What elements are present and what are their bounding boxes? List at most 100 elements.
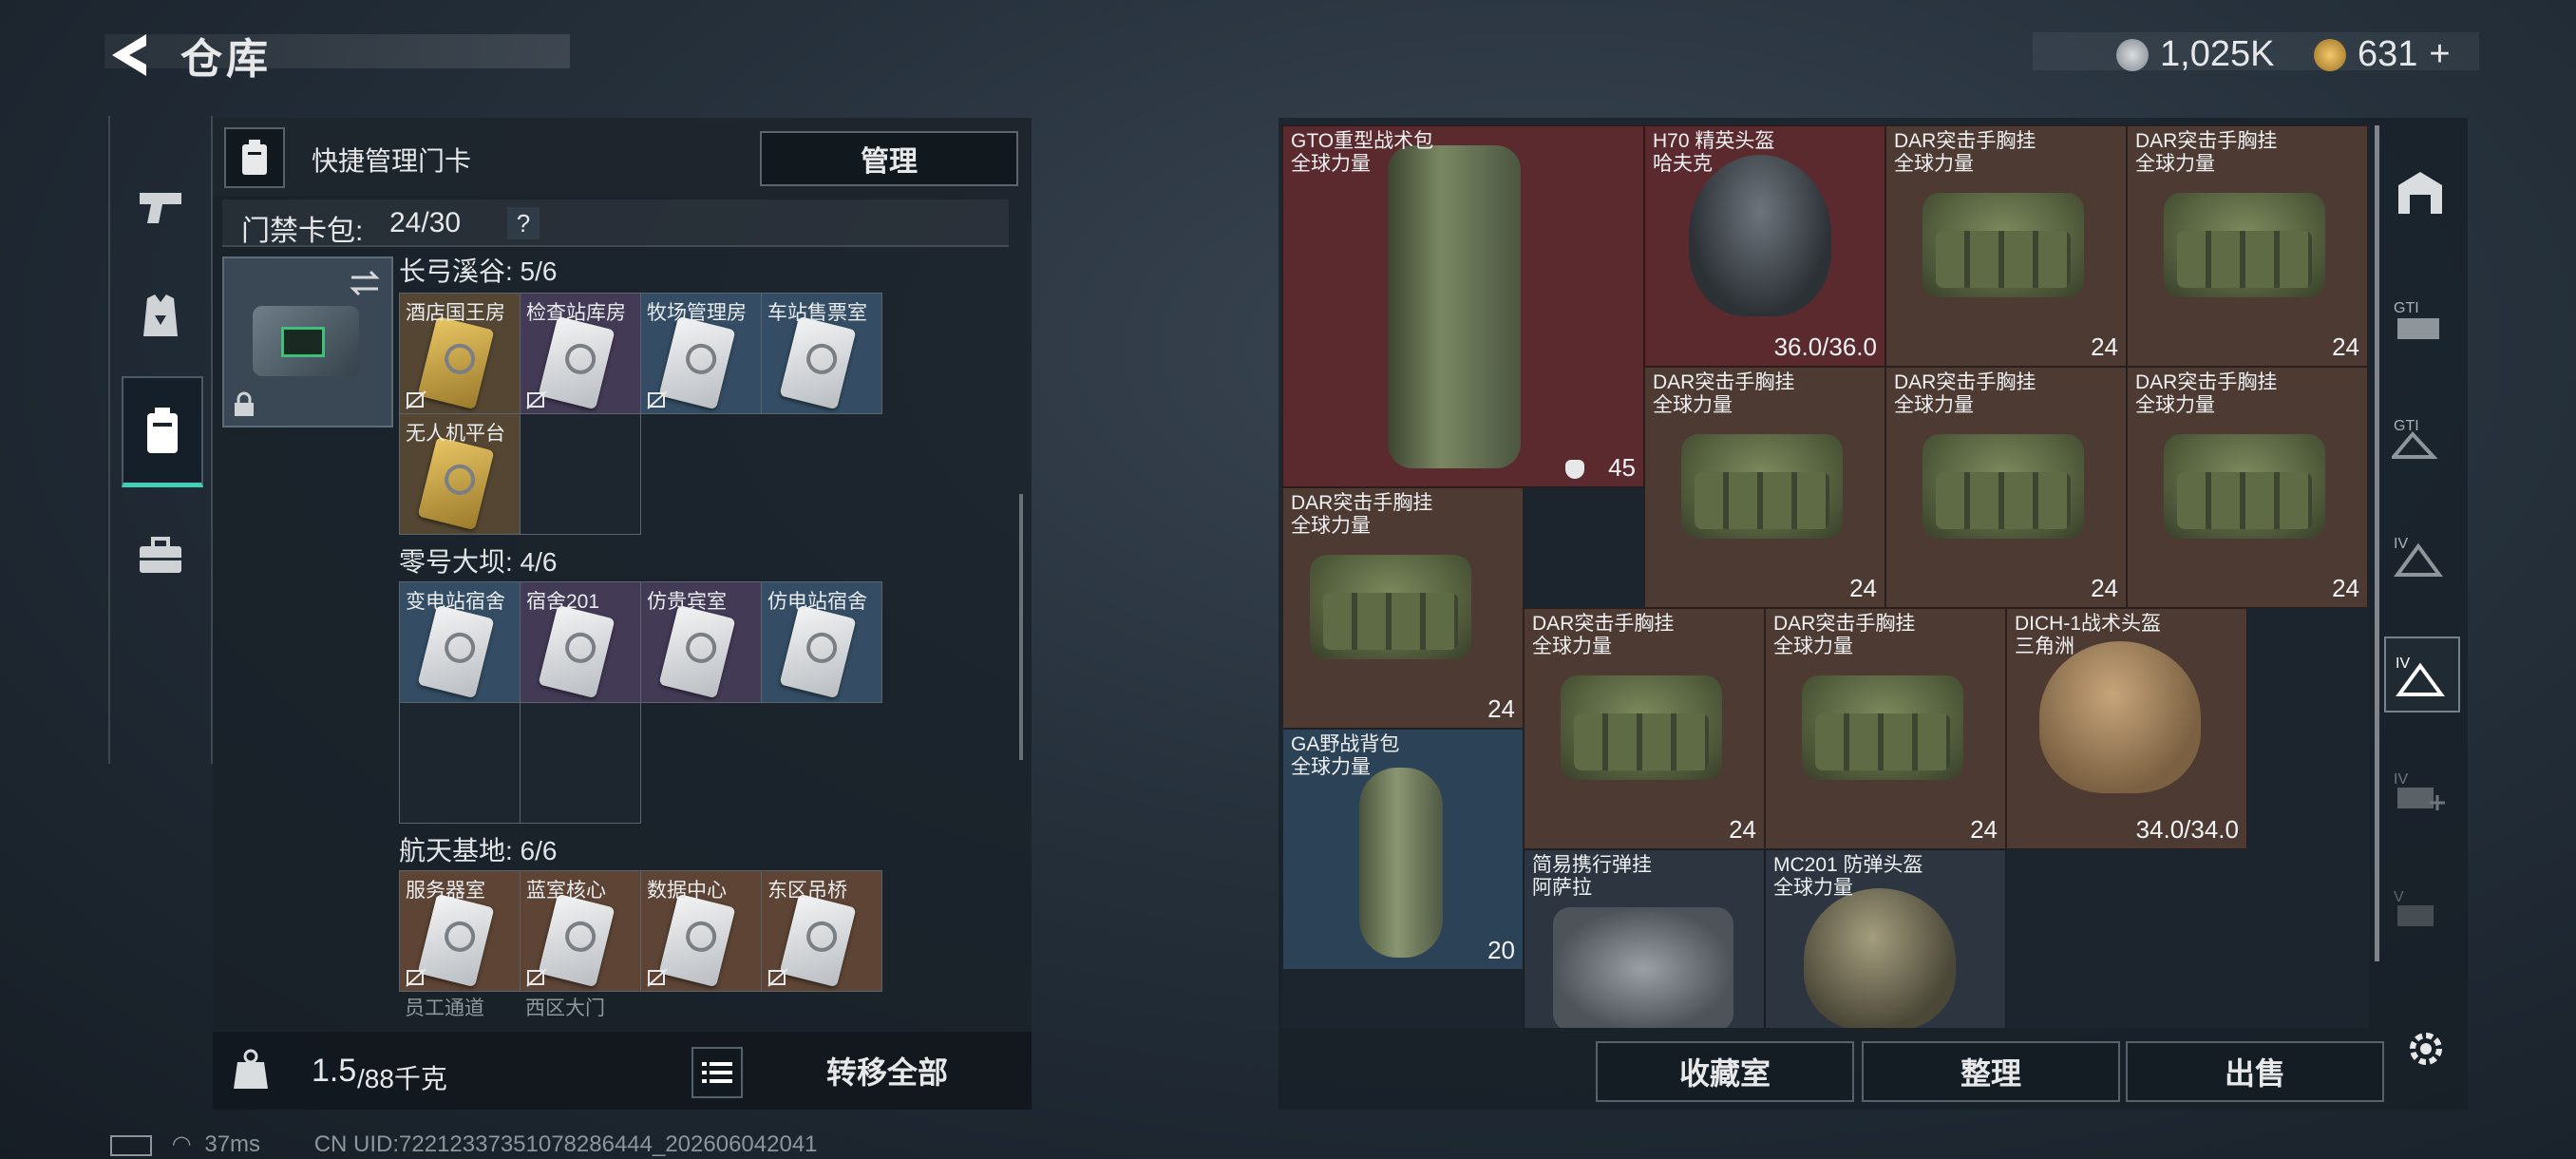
- keycard-slot[interactable]: 酒店国王房: [399, 293, 521, 414]
- keycard-slot[interactable]: 数据中心: [640, 870, 762, 992]
- tab-iv-add[interactable]: IV: [2384, 754, 2456, 826]
- item-durability: 34.0/34.0: [2135, 815, 2239, 844]
- item-capacity: 24: [1970, 815, 1998, 844]
- keycard-slot[interactable]: 仿电站宿舍: [761, 581, 882, 703]
- weight-value: 1.5: [312, 1053, 357, 1089]
- keycard-slot[interactable]: 检查站库房: [520, 293, 641, 414]
- keycard-slot[interactable]: 东区吊桥: [761, 870, 882, 992]
- left-nav: [108, 116, 213, 764]
- inventory-item[interactable]: DAR突击手胸挂 全球力量 24: [1524, 608, 1765, 849]
- nav-keycards[interactable]: [122, 376, 203, 487]
- item-name: GA野战背包: [1291, 733, 1400, 755]
- list-view-button[interactable]: [691, 1047, 743, 1098]
- section-title-changgong: 长弓溪谷: 5/6: [399, 256, 558, 286]
- armor-vest-icon: [143, 294, 178, 336]
- item-brand: 全球力量: [2135, 153, 2215, 175]
- sort-button[interactable]: 整理: [1862, 1041, 2120, 1102]
- item-brand: 三角洲: [2015, 636, 2074, 657]
- level-iv-icon: IV: [2394, 536, 2443, 577]
- inventory-item[interactable]: DAR突击手胸挂 全球力量 24: [1885, 125, 2127, 367]
- gti-triangle-icon: GTI: [2392, 418, 2438, 459]
- inventory-item[interactable]: DAR突击手胸挂 全球力量 24: [1885, 367, 2127, 608]
- item-brand: 阿萨拉: [1532, 877, 1592, 899]
- inventory-item[interactable]: DAR突击手胸挂 全球力量 24: [2127, 367, 2368, 608]
- keycard-name: 变电站宿舍: [406, 591, 505, 613]
- inventory-item[interactable]: MC201 防弹头盔 全球力量: [1765, 849, 2006, 1028]
- item-name: H70 精英头盔: [1653, 130, 1775, 152]
- sell-button[interactable]: 出售: [2126, 1041, 2384, 1102]
- vest-image: [2164, 434, 2325, 539]
- keycard-case-item[interactable]: [222, 256, 393, 428]
- help-button[interactable]: ?: [507, 207, 540, 239]
- rig-image: [1553, 907, 1733, 1028]
- manage-button[interactable]: 管理: [760, 131, 1018, 186]
- pistol-icon: [140, 193, 181, 223]
- tab-gti-2[interactable]: GTI: [2384, 401, 2456, 473]
- keycard-slot[interactable]: 牧场管理房: [640, 293, 762, 414]
- keycard-slot[interactable]: 宿舍201: [520, 581, 641, 703]
- inventory-item[interactable]: GA野战背包 全球力量 20: [1282, 729, 1524, 970]
- currency-secondary[interactable]: 631 +: [2314, 34, 2451, 75]
- helmet-image: [1804, 888, 1956, 1028]
- keycard-slot[interactable]: 服务器室: [399, 870, 521, 992]
- currency-add-button[interactable]: +: [2429, 34, 2450, 75]
- item-brand: 全球力量: [1773, 877, 1853, 899]
- settings-button[interactable]: [2399, 1022, 2453, 1075]
- warehouse-icon: [2398, 172, 2442, 214]
- item-name: DAR突击手胸挂: [2135, 371, 2278, 393]
- nav-weapons[interactable]: [122, 154, 199, 258]
- keycard-scrollbar[interactable]: [1019, 494, 1023, 760]
- no-cross-icon: [406, 390, 426, 409]
- section-title-spacebase: 航天基地: 6/6: [399, 836, 558, 865]
- vest-image: [1561, 675, 1722, 780]
- keycard-name: 宿舍201: [526, 591, 600, 613]
- keycard-slot[interactable]: 变电站宿舍: [399, 581, 521, 703]
- inventory-item[interactable]: 简易携行弹挂 阿萨拉: [1524, 849, 1765, 1028]
- keycard-name: 西区大门: [525, 998, 605, 1019]
- back-arrow-icon: [112, 34, 146, 76]
- keycard-name: 仿贵宾室: [647, 591, 727, 613]
- backpack-image: [1388, 145, 1521, 468]
- inventory-item[interactable]: H70 精英头盔 哈夫克 36.0/36.0: [1644, 125, 1885, 367]
- keycard-case-icon: [147, 408, 178, 453]
- inventory-item[interactable]: DAR突击手胸挂 全球力量 24: [1644, 367, 1885, 608]
- keycard-slot[interactable]: 蓝室核心: [520, 870, 641, 992]
- inventory-item[interactable]: DAR突击手胸挂 全球力量 24: [1765, 608, 2006, 849]
- currency-primary[interactable]: 1,025K: [2116, 34, 2274, 75]
- keycard-slot[interactable]: 无人机平台: [399, 413, 521, 535]
- tab-gti[interactable]: GTI: [2384, 283, 2456, 355]
- keycard-slot[interactable]: 仿贵宾室: [640, 581, 762, 703]
- back-button[interactable]: [104, 27, 161, 84]
- inventory-item[interactable]: GTO重型战术包 全球力量 45: [1282, 125, 1644, 487]
- item-brand: 全球力量: [1291, 756, 1371, 778]
- vest-image: [1310, 555, 1471, 659]
- transfer-all-button[interactable]: 转移全部: [760, 1039, 1014, 1102]
- swap-icon[interactable]: [348, 268, 382, 298]
- tab-iv-active[interactable]: IV: [2384, 636, 2460, 712]
- tab-storage[interactable]: [2384, 156, 2456, 228]
- keycard-image: [658, 315, 736, 410]
- list-icon: [702, 1062, 732, 1083]
- collection-room-button[interactable]: 收藏室: [1596, 1041, 1854, 1102]
- tab-v[interactable]: V: [2384, 872, 2456, 944]
- keycard-name: 仿电站宿舍: [767, 591, 867, 613]
- inventory-item[interactable]: DICH-1战术头盔 三角洲 34.0/34.0: [2006, 608, 2247, 849]
- keycard-name: 数据中心: [647, 880, 727, 902]
- no-cross-icon: [526, 390, 547, 409]
- item-capacity: 24: [2332, 332, 2359, 361]
- no-cross-icon: [647, 390, 668, 409]
- wifi-icon: ◠: [171, 1131, 192, 1157]
- keycard-name: 蓝室核心: [526, 880, 606, 902]
- partially-visible-row: 员工通道 西区大门: [399, 991, 638, 1029]
- item-brand: 哈夫克: [1653, 153, 1713, 175]
- tab-iv[interactable]: IV: [2384, 519, 2456, 591]
- keycard-image: [538, 604, 616, 699]
- keycard-slot[interactable]: 车站售票室: [761, 293, 882, 414]
- gear-icon: [2410, 1033, 2442, 1065]
- nav-equipment[interactable]: [122, 264, 199, 369]
- inventory-item[interactable]: DAR突击手胸挂 全球力量 24: [2127, 125, 2368, 367]
- item-name: DAR突击手胸挂: [2135, 130, 2278, 152]
- keycard-name: 酒店国王房: [406, 302, 505, 324]
- inventory-item[interactable]: DAR突击手胸挂 全球力量 24: [1282, 487, 1524, 729]
- nav-supplies[interactable]: [122, 504, 199, 608]
